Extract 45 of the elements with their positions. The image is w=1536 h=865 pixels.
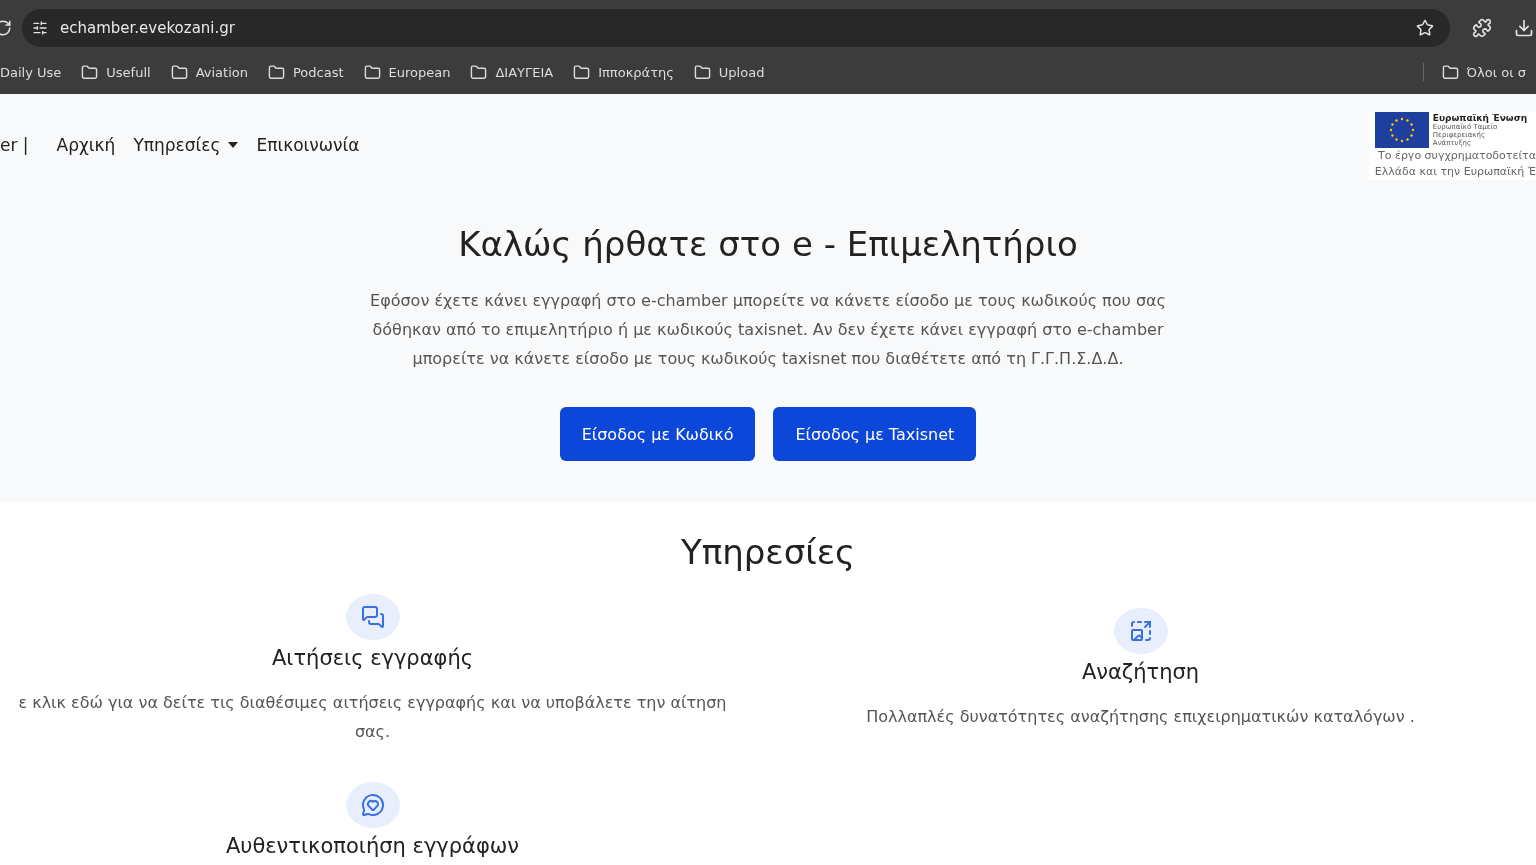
hero-title: Καλώς ήρθατε στο e - Επιμελητήριο (458, 224, 1078, 264)
image-icon (1128, 619, 1153, 643)
bookmark-star-icon[interactable] (1416, 19, 1434, 37)
bookmark[interactable]: Upload (683, 63, 775, 81)
hero-text: Εφόσον έχετε κάνει εγγραφή στο e-chamber μπορείτε να κάνετε είσοδο με τους κωδικούς που σας δόθηκαν από το επιμελητήριο ή με κωδικούς taxisnet. Αν δεν έχετε κάνει εγγραφή στο e-chamber μπορείτε να κάνετε είσοδο με τους κωδικούς taxisnet που διαθέτετε από τη Γ.Γ.Π.Σ.Δ.Δ. (369, 290, 1167, 370)
bookmark[interactable]: Podcast (257, 63, 354, 81)
chat-bubble-icon (360, 605, 385, 629)
nav-link[interactable]: Αρχική (56, 135, 116, 155)
nav-link[interactable]: Υπηρεσίες (133, 135, 239, 155)
bookmark[interactable]: Usefull (71, 63, 161, 81)
folder-icon (170, 63, 188, 81)
extensions-icon[interactable] (1472, 18, 1492, 38)
bookmark[interactable]: Όλοι οι σ (1431, 63, 1536, 81)
service-title: Αιτήσεις εγγραφής (271, 646, 474, 670)
address-bar[interactable]: echamber.evekozani.gr (22, 9, 1450, 47)
chat-bubble-icon (360, 793, 385, 817)
download-icon[interactable] (1514, 18, 1534, 38)
login-button[interactable]: Είσοδος με Κωδικό (559, 407, 756, 461)
service-description: Πολλαπλές δυνατότητες αναζήτησης επιχειρηματικών καταλόγων . (866, 706, 1415, 728)
eu-flag-icon (1374, 112, 1429, 148)
eu-logo-title: Ευρωπαϊκή Ένωση (1432, 113, 1528, 123)
bookmark[interactable]: Aviation (160, 63, 258, 81)
cofunding-caption: Το έργο συγχρηματοδοτείτα (1378, 148, 1536, 164)
site-settings-icon[interactable] (32, 20, 48, 36)
bookmark[interactable]: Daily Use (0, 64, 72, 80)
folder-icon (81, 63, 99, 81)
nav-link[interactable]: Επικοινωνία (256, 135, 360, 155)
cofunding-caption: Ελλάδα και την Ευρωπαϊκή Έ (1374, 164, 1536, 180)
folder-icon (363, 63, 381, 81)
caret-icon (228, 142, 239, 148)
folder-icon (267, 63, 285, 81)
folder-icon (573, 63, 591, 81)
service-description: ε κλικ εδώ για να δείτε τις διαθέσιμες αιτήσεις εγγραφής και να υποβάλετε την αίτηση σας. (17, 692, 728, 743)
bookmark[interactable]: European (353, 63, 461, 81)
section-title: Υπηρεσίες (679, 532, 857, 572)
bookmark[interactable]: Ιπποκράτης (563, 63, 684, 81)
folder-icon (693, 63, 711, 81)
folder-icon (470, 63, 488, 81)
brand-link[interactable]: er | (0, 135, 29, 155)
service-title: Αυθεντικοποιήση εγγράφων (225, 834, 520, 858)
bookmark[interactable]: ΔΙΑΥΓΕΙΑ (460, 63, 564, 81)
folder-icon (1441, 63, 1459, 81)
login-button[interactable]: Είσοδος με Taxisnet (773, 407, 977, 461)
service-title: Αναζήτηση (1081, 660, 1200, 684)
url-text: echamber.evekozani.gr (60, 19, 236, 37)
